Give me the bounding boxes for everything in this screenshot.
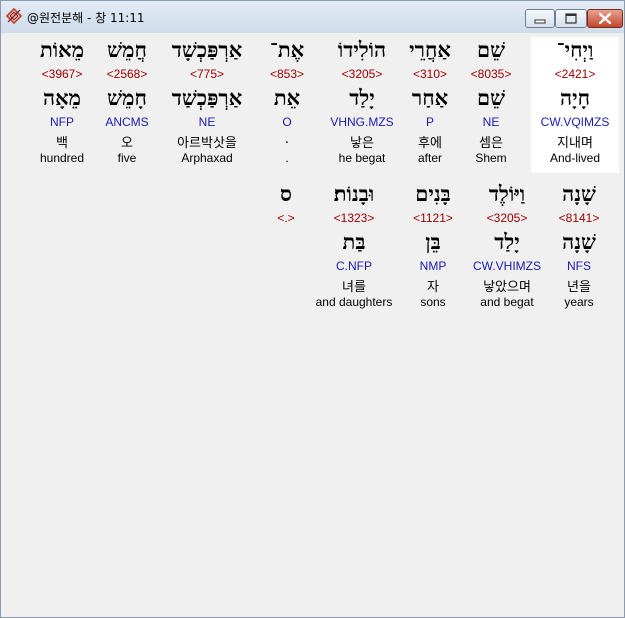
hebrew-word: וַיּוֹלֶד: [488, 181, 526, 206]
strong-number: <3967>: [41, 67, 83, 81]
hebrew-word: אַרְפַּכְשָׁד: [171, 37, 243, 62]
word-cell[interactable]: וּבָנוֹת׃ <1323> בַּת C.NFP 녀를 and daughters: [306, 181, 402, 317]
root-word: אַרְפַּכְשַׁד: [171, 85, 243, 110]
parse-code: C.NFP: [336, 259, 372, 273]
english-gloss: Shem: [475, 151, 507, 165]
root-word: מֵאָה: [42, 85, 81, 110]
root-word: חָמֵשׁ: [107, 85, 147, 110]
word-cell[interactable]: אַחֲרֵי <310> אַחַר P 후에 after: [400, 37, 460, 173]
minimize-icon: [534, 19, 546, 24]
close-icon: [598, 12, 612, 25]
root-word: אֵת: [273, 85, 301, 110]
english-gloss: sons: [420, 295, 446, 309]
hebrew-word: חֲמֵשׁ: [107, 37, 147, 62]
parse-code: ANCMS: [105, 115, 149, 129]
hebrew-word: שָׁנָה: [562, 181, 596, 206]
root-word: בַּת: [342, 229, 366, 254]
root-word: בֵּן: [425, 229, 441, 254]
parse-code: CW.VHIMZS: [473, 259, 541, 273]
korean-gloss: 아르박삿을: [177, 136, 237, 151]
word-cell[interactable]: הוֹלִידוֹ <3205> יָלַד VHNG.MZS 낳은 he begat: [320, 37, 404, 173]
window: @원전분해 - 창 11:11 וַיְחִי־ <2421> חָיָה CW.VQ…: [0, 0, 625, 618]
parse-code: O: [282, 115, 292, 129]
english-gloss: and daughters: [315, 295, 393, 309]
root-word: אַחַר: [411, 85, 449, 110]
parse-code: NMP: [419, 259, 447, 273]
strong-number: <1323>: [333, 211, 375, 225]
hebrew-word: שֵׁם: [477, 37, 505, 62]
strong-number: <3205>: [486, 211, 528, 225]
korean-gloss: 낳았으며: [483, 280, 531, 295]
title-bar[interactable]: @원전분해 - 창 11:11: [1, 1, 624, 33]
korean-gloss: 백: [56, 136, 68, 151]
word-cell[interactable]: וַיּוֹלֶד <3205> יָלַד CW.VHIMZS 낳았으며 and beg…: [465, 181, 549, 317]
korean-gloss: .: [284, 132, 290, 147]
strong-number: <8035>: [470, 67, 512, 81]
root-word: שֵׁם: [477, 85, 505, 110]
word-cell[interactable]: אַרְפַּכְשָׁד <775> אַרְפַּכְשַׁד NE 아르박삿을 Ar…: [162, 37, 252, 173]
hebrew-word: הוֹלִידוֹ: [337, 37, 387, 62]
root-word: חָיָה: [559, 85, 590, 110]
korean-gloss: 자: [427, 280, 439, 295]
root-word: יָלַד: [349, 85, 375, 110]
english-gloss: .: [285, 151, 289, 165]
hebrew-word: וַיְחִי־: [556, 37, 594, 62]
korean-gloss: 낳은: [350, 136, 374, 151]
strong-number: <310>: [412, 67, 448, 81]
app-logo-icon: [5, 7, 23, 25]
minimize-button[interactable]: [525, 9, 555, 28]
korean-gloss: 년을: [567, 280, 591, 295]
strong-number: <775>: [189, 67, 225, 81]
parse-code: CW.VQIMZS: [540, 115, 610, 129]
parse-code: NFS: [567, 259, 591, 273]
korean-gloss: 지내며: [557, 136, 593, 151]
korean-gloss: 후에: [418, 136, 442, 151]
parse-code: NFP: [50, 115, 74, 129]
close-button[interactable]: [587, 9, 623, 28]
root-word: יָלַד: [494, 229, 520, 254]
word-cell[interactable]: ס <.>: [271, 181, 301, 317]
word-cell[interactable]: חֲמֵשׁ <2568> חָמֵשׁ ANCMS 오 five: [99, 37, 155, 173]
korean-gloss: 녀를: [342, 280, 366, 295]
korean-gloss: 셈은: [479, 136, 503, 151]
hebrew-word: אֶת־: [269, 37, 305, 62]
word-cell[interactable]: שֵׁם <8035> שֵׁם NE 셈은 Shem: [461, 37, 521, 173]
hebrew-word: ס: [280, 181, 292, 206]
maximize-button[interactable]: [555, 9, 587, 28]
hebrew-word: וּבָנוֹת׃: [333, 181, 375, 206]
hebrew-word: בָּנִים: [415, 181, 451, 206]
strong-number: <2568>: [106, 67, 148, 81]
english-gloss: And-lived: [549, 151, 601, 165]
english-gloss: years: [564, 295, 594, 309]
english-gloss: five: [117, 151, 137, 165]
strong-number: <1121>: [413, 211, 453, 225]
word-cell[interactable]: שָׁנָה <8141> שָׁנָה NFS 년을 years: [549, 181, 609, 317]
korean-gloss: 오: [121, 136, 133, 151]
parse-code: NE: [198, 115, 216, 129]
hebrew-word: אַחֲרֵי: [409, 37, 451, 62]
strong-number: <853>: [269, 67, 305, 81]
word-cell[interactable]: אֶת־ <853> אֵת O..: [262, 37, 312, 173]
interlinear-panel: וַיְחִי־ <2421> חָיָה CW.VQIMZS 지내며 And-lived…: [9, 33, 619, 615]
word-cell[interactable]: בָּנִים <1121> בֵּן NMP 자 sons: [406, 181, 460, 317]
strong-number: <8141>: [558, 211, 600, 225]
maximize-icon: [565, 13, 577, 24]
parse-code: P: [425, 115, 434, 129]
hebrew-word: מֵאוֹת: [39, 37, 85, 62]
parse-code: VHNG.MZS: [330, 115, 394, 129]
english-gloss: he begat: [338, 151, 386, 165]
strong-number: <.>: [277, 211, 295, 225]
english-gloss: Arphaxad: [181, 151, 233, 165]
english-gloss: and begat: [480, 295, 534, 309]
english-gloss: hundred: [39, 151, 85, 165]
window-title: @원전분해 - 창 11:11: [27, 11, 145, 25]
parse-code: NE: [482, 115, 500, 129]
word-cell[interactable]: וַיְחִי־ <2421> חָיָה CW.VQIMZS 지내며 And-lived: [531, 37, 619, 173]
strong-number: <2421>: [554, 67, 596, 81]
word-cell[interactable]: מֵאוֹת <3967> מֵאָה NFP 백 hundred: [32, 37, 92, 173]
strong-number: <3205>: [341, 67, 383, 81]
root-word: שָׁנָה: [562, 229, 596, 254]
english-gloss: after: [417, 151, 442, 165]
